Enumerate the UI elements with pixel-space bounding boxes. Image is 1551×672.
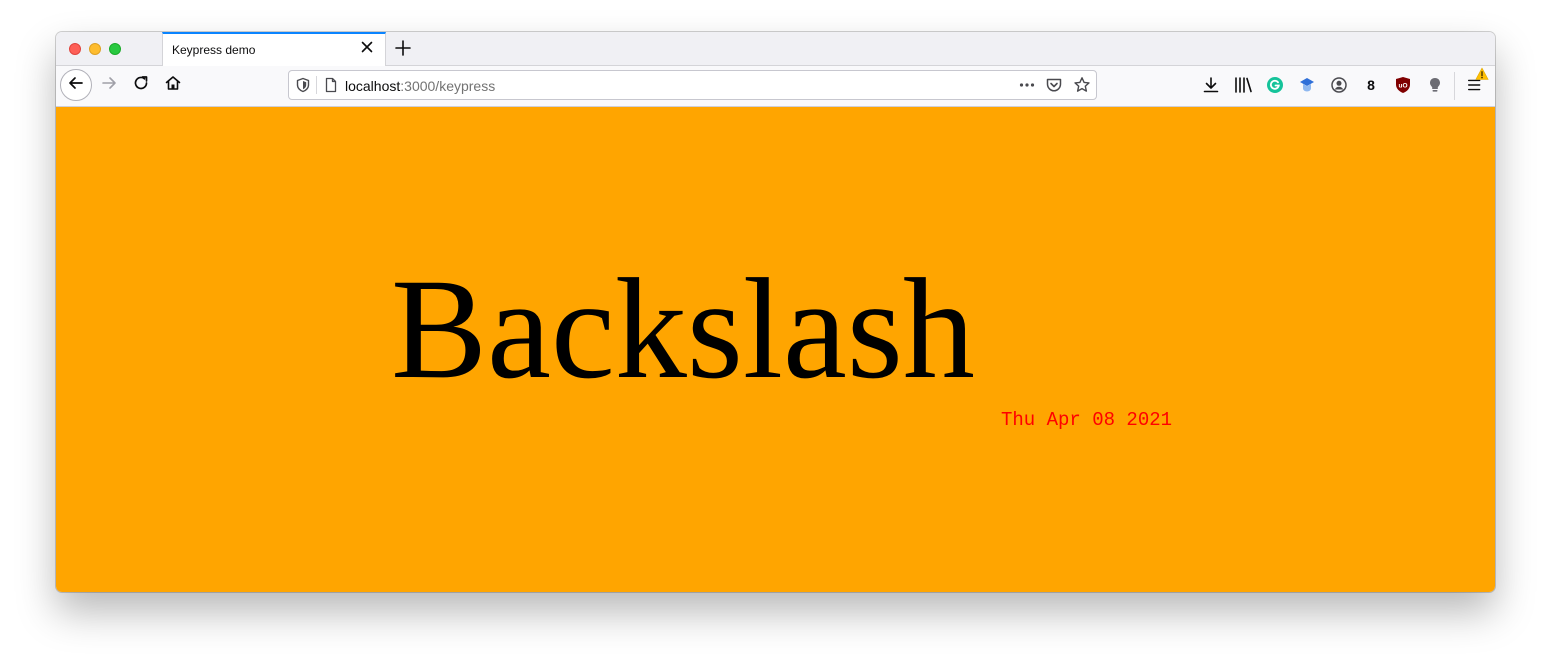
close-window-button[interactable] (69, 43, 81, 55)
more-icon[interactable] (1017, 75, 1037, 95)
page-icon[interactable] (323, 77, 339, 93)
account-icon[interactable] (1329, 75, 1349, 95)
browser-window: Keypress demo localhost:3000/keypress 8 … (56, 32, 1495, 592)
extension-badge-count[interactable]: 8 (1361, 75, 1381, 95)
minimize-window-button[interactable] (89, 43, 101, 55)
reload-icon (132, 74, 150, 97)
star-icon[interactable] (1073, 76, 1091, 94)
svg-text:uO: uO (1398, 83, 1407, 90)
pressed-key-name: Backslash (391, 250, 975, 409)
extension-icon[interactable] (1297, 75, 1317, 95)
ublock-icon[interactable]: uO (1393, 75, 1413, 95)
tab-strip: Keypress demo (56, 32, 1495, 66)
forward-arrow-icon (100, 74, 118, 97)
navigation-toolbar: localhost:3000/keypress 8 uO (56, 66, 1495, 107)
lightbulb-icon[interactable] (1425, 75, 1445, 95)
toolbar-divider (1454, 72, 1455, 100)
home-icon (164, 74, 182, 97)
reload-button[interactable] (128, 72, 154, 98)
home-button[interactable] (160, 72, 186, 98)
tab-keypress-demo[interactable]: Keypress demo (162, 32, 386, 66)
close-icon[interactable] (359, 39, 375, 55)
url-text[interactable]: localhost:3000/keypress (345, 78, 495, 94)
shield-icon[interactable] (295, 77, 311, 93)
library-icon[interactable] (1233, 75, 1253, 95)
page-content: Backslash Thu Apr 08 2021 (56, 107, 1495, 592)
url-path: :3000/keypress (400, 78, 496, 94)
url-host: localhost (345, 78, 401, 94)
warning-icon (1475, 67, 1489, 81)
forward-button[interactable] (96, 72, 122, 98)
pocket-icon[interactable] (1045, 76, 1063, 94)
zoom-window-button[interactable] (109, 43, 121, 55)
tab-title: Keypress demo (172, 43, 256, 57)
date-stamp: Thu Apr 08 2021 (1001, 409, 1173, 431)
download-icon[interactable] (1201, 75, 1221, 95)
back-arrow-icon (67, 74, 85, 97)
url-separator (316, 76, 317, 94)
url-bar[interactable]: localhost:3000/keypress (288, 70, 1097, 100)
plus-icon[interactable] (394, 39, 412, 57)
grammarly-icon[interactable] (1265, 75, 1285, 95)
back-button[interactable] (60, 69, 92, 101)
